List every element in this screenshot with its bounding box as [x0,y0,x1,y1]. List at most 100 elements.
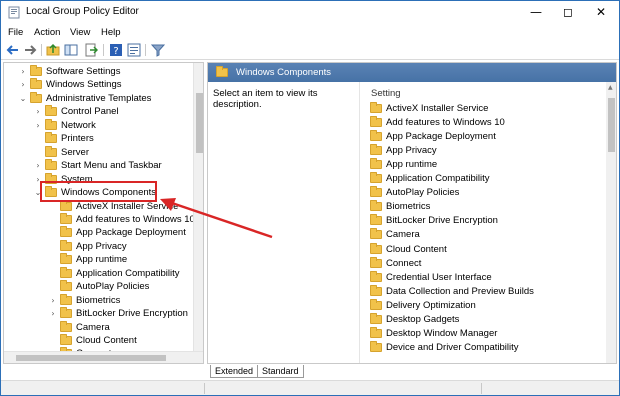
settings-vertical-scrollbar[interactable]: ▲ [606,82,616,363]
settings-list-item-label: ActiveX Installer Service [386,102,489,114]
settings-list-item[interactable]: ActiveX Installer Service [370,101,488,115]
tree-item[interactable]: ⌄ Administrative Templates [20,91,151,105]
close-button[interactable]: ✕ [585,1,617,23]
settings-list-item[interactable]: Delivery Optimization [370,298,476,312]
tree-item[interactable]: › Network [36,118,96,132]
export-list-icon[interactable] [84,43,98,57]
scroll-up-icon[interactable]: ▲ [608,84,613,91]
tab-standard[interactable]: Standard [257,365,304,378]
tree-item[interactable]: Camera [60,320,110,334]
expand-chevron-icon[interactable]: › [19,67,27,76]
folder-icon [370,129,382,141]
settings-list-item-label: App Package Deployment [386,130,496,142]
settings-list-item[interactable]: Data Collection and Preview Builds [370,284,534,298]
tree-item[interactable]: › Biometrics [51,293,121,307]
tree-item[interactable]: AutoPlay Policies [60,280,149,293]
tree-item[interactable]: › Start Menu and Taskbar [36,159,162,172]
tree-item[interactable]: › Windows Settings [21,78,122,91]
back-arrow-icon[interactable] [6,43,20,57]
scrollbar-thumb[interactable] [16,355,166,361]
folder-icon [45,132,57,144]
tree-item-label: Server [61,146,89,158]
menu-help[interactable]: Help [101,27,121,38]
settings-list-item[interactable]: Credential User Interface [370,270,492,284]
tree-item-label: Camera [76,321,110,333]
menu-file[interactable]: File [8,27,23,38]
tree-item-label: Add features to Windows 10 [76,213,195,225]
settings-list-item[interactable]: App Package Deployment [370,129,496,143]
tree-item-label: Network [61,119,96,131]
settings-list-item[interactable]: BitLocker Drive Encryption [370,214,498,228]
console-tree: › Software Settings › Windows Settings ⌄ Admi… [3,62,204,364]
status-bar [1,380,619,395]
filter-icon[interactable] [151,43,165,57]
settings-list-item[interactable]: Camera [370,228,420,242]
settings-list-item[interactable]: Connect [370,256,421,270]
settings-list-item[interactable]: AutoPlay Policies [370,186,459,200]
folder-icon [60,334,72,345]
tree-horizontal-scrollbar[interactable] [4,351,203,363]
settings-list: Setting ▲ ActiveX Installer Service Add f… [359,82,616,363]
menu-view[interactable]: View [70,27,90,38]
collapse-chevron-icon[interactable]: ⌄ [19,94,27,103]
folder-icon [45,118,57,130]
forward-arrow-icon[interactable] [23,43,37,57]
help-icon[interactable]: ? [109,43,123,57]
tree-item-label: App Privacy [76,240,127,252]
scrollbar-thumb[interactable] [608,98,615,152]
tree-item[interactable]: App Privacy [60,239,127,253]
folder-icon [60,320,72,332]
tree-item[interactable]: Application Compatibility [60,266,180,280]
show-hide-console-tree-icon[interactable] [64,43,78,57]
expand-chevron-icon[interactable]: › [34,121,42,130]
maximize-button[interactable]: ◻ [552,1,584,23]
folder-icon [370,313,382,324]
tree-item[interactable]: Cloud Content [60,334,137,347]
tree-item[interactable]: › Control Panel [36,105,119,118]
tree-vertical-scrollbar[interactable] [193,63,203,351]
tree-item[interactable]: › Software Settings [21,65,120,78]
settings-list-item[interactable]: Application Compatibility [370,172,490,186]
settings-list-item[interactable]: App runtime [370,157,437,171]
folder-icon [60,226,72,238]
settings-list-item-label: Application Compatibility [386,173,490,184]
settings-list-item[interactable]: Add features to Windows 10 [370,115,505,129]
setting-column-header[interactable]: Setting [371,88,401,99]
expand-chevron-icon[interactable]: › [34,107,42,116]
minimize-button[interactable]: — [520,1,552,23]
tab-extended[interactable]: Extended [210,365,259,378]
svg-text:?: ? [113,46,118,57]
tree-item[interactable]: Server [45,145,89,159]
settings-list-item-label: Device and Driver Compatibility [386,342,519,354]
folder-icon [30,78,42,90]
tree-item-label: Control Panel [61,106,119,118]
settings-list-item[interactable]: Desktop Gadgets [370,313,459,327]
settings-list-item[interactable]: Device and Driver Compatibility [370,341,519,355]
tree-item-label: App runtime [76,254,128,266]
expand-chevron-icon[interactable]: › [49,309,57,318]
tree-item[interactable]: Printers [45,132,94,145]
folder-icon [60,360,72,363]
expand-chevron-icon[interactable]: › [49,296,57,305]
expand-chevron-icon[interactable]: › [34,161,42,170]
expand-chevron-icon[interactable]: › [19,80,27,89]
tree-item[interactable]: › BitLocker Drive Encryption [51,307,188,320]
up-folder-icon[interactable] [46,43,60,57]
tree-item-label: Biometrics [76,294,121,306]
folder-icon [45,145,57,157]
folder-icon [60,293,72,305]
settings-list-item[interactable]: App Privacy [370,143,437,157]
folder-icon [60,199,72,211]
tree-item[interactable]: Add features to Windows 10 [60,212,195,226]
properties-icon[interactable] [127,43,141,57]
menu-action[interactable]: Action [34,27,60,38]
settings-list-item[interactable]: Biometrics [370,200,430,214]
scrollbar-thumb[interactable] [196,93,203,153]
settings-list-item[interactable]: Cloud Content [370,242,447,256]
settings-list-item-label: Data Collection and Preview Builds [386,285,534,297]
tree-item[interactable]: App Package Deployment [60,226,186,239]
description-text: Select an item to view its description. [213,88,318,110]
tree-item[interactable]: App runtime [60,253,127,266]
settings-list-item[interactable]: Desktop Window Manager [370,327,497,341]
folder-icon [370,200,382,212]
